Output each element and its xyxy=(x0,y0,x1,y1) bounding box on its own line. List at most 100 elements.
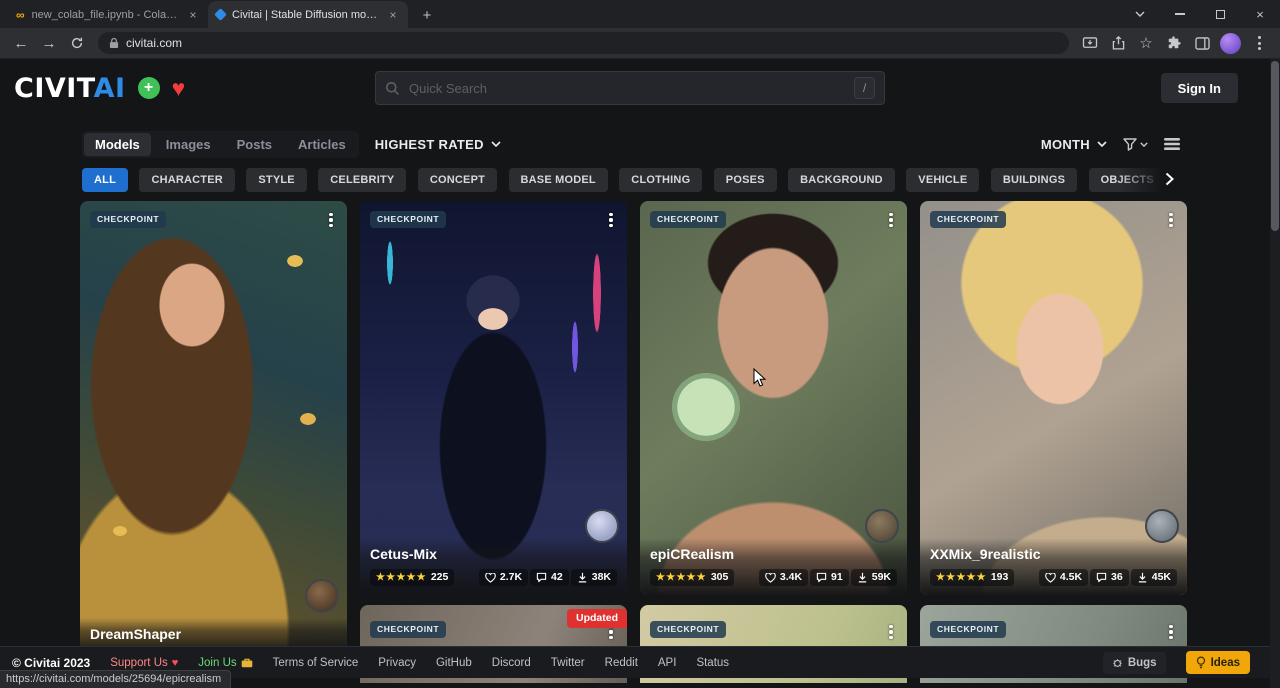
tab-articles[interactable]: Articles xyxy=(287,133,357,156)
footer-link-support-us[interactable]: Support Us♥ xyxy=(110,657,178,669)
card-menu-icon[interactable] xyxy=(601,209,621,231)
side-panel-icon[interactable] xyxy=(1189,30,1215,56)
address-bar[interactable]: civitai.com xyxy=(98,32,1069,54)
tab-close-icon[interactable]: × xyxy=(386,8,400,22)
checkpoint-badge[interactable]: CHECKPOINT xyxy=(370,211,446,228)
model-preview-image[interactable] xyxy=(920,201,1187,595)
card-menu-icon[interactable] xyxy=(881,621,901,643)
new-tab-button[interactable]: + xyxy=(414,2,440,28)
browser-tab-colab[interactable]: ∞ new_colab_file.ipynb - Colaborat × xyxy=(8,1,208,28)
category-chip-concept[interactable]: CONCEPT xyxy=(418,168,497,192)
likes-stat[interactable]: 3.4K xyxy=(759,569,808,586)
tab-images[interactable]: Images xyxy=(155,133,222,156)
window-chevron-icon[interactable] xyxy=(1120,0,1160,28)
footer-link-github[interactable]: GitHub xyxy=(436,657,472,669)
layout-toggle-icon[interactable] xyxy=(1164,138,1180,150)
footer-link-reddit[interactable]: Reddit xyxy=(605,657,638,669)
heart-icon xyxy=(1045,573,1056,583)
sort-dropdown[interactable]: HIGHEST RATED xyxy=(375,137,501,152)
category-chip-character[interactable]: CHARACTER xyxy=(139,168,234,192)
tab-posts[interactable]: Posts xyxy=(226,133,283,156)
card-menu-icon[interactable] xyxy=(321,209,341,231)
model-preview-image[interactable] xyxy=(640,201,907,595)
browser-tab-civitai[interactable]: Civitai | Stable Diffusion models, × xyxy=(208,1,408,28)
period-dropdown[interactable]: MONTH xyxy=(1041,137,1107,152)
checkpoint-badge[interactable]: CHECKPOINT xyxy=(650,211,726,228)
checkpoint-badge[interactable]: CHECKPOINT xyxy=(90,211,166,228)
back-button[interactable]: ← xyxy=(8,30,34,56)
bugs-button[interactable]: Bugs xyxy=(1103,652,1166,674)
downloads-icon[interactable] xyxy=(1077,30,1103,56)
footer-link-twitter[interactable]: Twitter xyxy=(551,657,585,669)
close-button[interactable]: × xyxy=(1240,0,1280,28)
model-preview-image[interactable] xyxy=(80,201,347,653)
ideas-button[interactable]: Ideas xyxy=(1186,651,1250,674)
download-icon xyxy=(857,572,868,583)
browser-menu-icon[interactable] xyxy=(1246,30,1272,56)
forward-button[interactable]: → xyxy=(36,30,62,56)
lock-icon[interactable] xyxy=(109,37,119,49)
creator-avatar[interactable] xyxy=(865,509,899,543)
footer-link-status[interactable]: Status xyxy=(696,657,729,669)
likes-stat[interactable]: 4.5K xyxy=(1039,569,1088,586)
checkpoint-badge[interactable]: CHECKPOINT xyxy=(650,621,726,638)
category-chip-all[interactable]: ALL xyxy=(82,168,128,192)
category-chip-vehicle[interactable]: VEHICLE xyxy=(906,168,979,192)
category-chip-base-model[interactable]: BASE MODEL xyxy=(509,168,608,192)
site-header: CIVITAI + ♥ / Sign In xyxy=(0,59,1280,117)
model-card[interactable]: CHECKPOINT XXMix_9realistic ★★★★★ 193 xyxy=(920,201,1187,595)
checkpoint-badge[interactable]: CHECKPOINT xyxy=(930,211,1006,228)
model-card[interactable]: CHECKPOINT epiCRealism ★★★★★ 305 3.4K xyxy=(640,201,907,595)
card-menu-icon[interactable] xyxy=(1161,621,1181,643)
civitai-logo[interactable]: CIVITAI xyxy=(14,73,126,104)
rating-stars: ★★★★★ xyxy=(376,573,427,583)
minimize-button[interactable] xyxy=(1160,0,1200,28)
category-chip-buildings[interactable]: BUILDINGS xyxy=(991,168,1077,192)
heart-icon xyxy=(765,573,776,583)
checkpoint-badge[interactable]: CHECKPOINT xyxy=(370,621,446,638)
heart-icon[interactable]: ♥ xyxy=(172,77,186,100)
search-input[interactable] xyxy=(409,81,845,96)
creator-avatar[interactable] xyxy=(1145,509,1179,543)
footer-link-privacy[interactable]: Privacy xyxy=(378,657,416,669)
profile-avatar[interactable] xyxy=(1220,33,1241,54)
search-bar[interactable]: / xyxy=(375,71,885,105)
model-title: Cetus-Mix xyxy=(370,546,617,562)
rating-stat: ★★★★★ 225 xyxy=(370,569,454,586)
sign-in-button[interactable]: Sign In xyxy=(1161,73,1238,103)
scrollbar-thumb[interactable] xyxy=(1271,61,1279,231)
create-plus-button[interactable]: + xyxy=(138,77,160,99)
category-chip-style[interactable]: STYLE xyxy=(246,168,306,192)
reload-button[interactable] xyxy=(64,30,90,56)
likes-stat[interactable]: 2.7K xyxy=(479,569,528,586)
category-chip-background[interactable]: BACKGROUND xyxy=(788,168,895,192)
footer-link-terms[interactable]: Terms of Service xyxy=(273,657,359,669)
ideas-label: Ideas xyxy=(1211,657,1240,669)
extensions-icon[interactable] xyxy=(1161,30,1187,56)
category-chip-clothing[interactable]: CLOTHING xyxy=(619,168,702,192)
share-icon[interactable] xyxy=(1105,30,1131,56)
bookmark-star-icon[interactable]: ☆ xyxy=(1133,30,1159,56)
checkpoint-badge[interactable]: CHECKPOINT xyxy=(930,621,1006,638)
footer-link-join-us[interactable]: Join Us xyxy=(198,657,252,669)
colab-favicon: ∞ xyxy=(16,9,25,21)
maximize-button[interactable] xyxy=(1200,0,1240,28)
model-preview-image[interactable] xyxy=(360,201,627,595)
category-chip-celebrity[interactable]: CELEBRITY xyxy=(318,168,406,192)
tab-close-icon[interactable]: × xyxy=(186,8,200,22)
chevron-right-icon[interactable] xyxy=(1165,172,1174,186)
category-chip-poses[interactable]: POSES xyxy=(714,168,777,192)
chevron-down-icon xyxy=(491,141,501,147)
creator-avatar[interactable] xyxy=(585,509,619,543)
filter-icon[interactable] xyxy=(1123,138,1148,151)
model-card[interactable]: CHECKPOINT DreamShaper xyxy=(80,201,347,653)
footer-link-label: Join Us xyxy=(198,657,236,669)
model-card[interactable]: CHECKPOINT Cetus-Mix ★★★★★ 225 2.7K xyxy=(360,201,627,595)
rating-stat: ★★★★★ 193 xyxy=(930,569,1014,586)
creator-avatar[interactable] xyxy=(305,579,339,613)
footer-link-api[interactable]: API xyxy=(658,657,677,669)
card-menu-icon[interactable] xyxy=(1161,209,1181,231)
card-menu-icon[interactable] xyxy=(881,209,901,231)
tab-models[interactable]: Models xyxy=(84,133,151,156)
footer-link-discord[interactable]: Discord xyxy=(492,657,531,669)
